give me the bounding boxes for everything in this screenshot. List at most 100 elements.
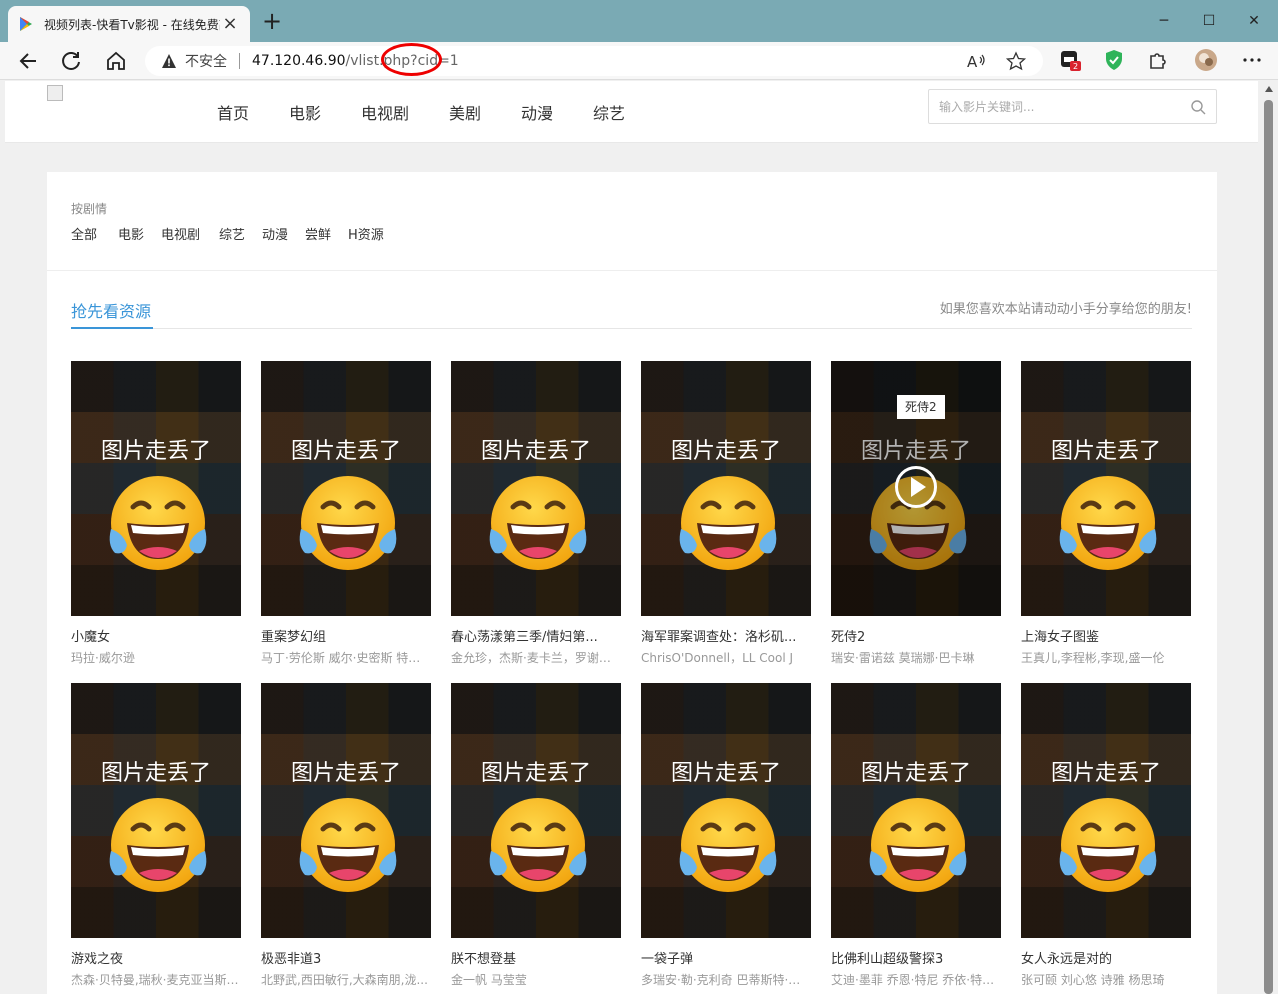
- video-thumbnail[interactable]: 图片走丢了: [451, 683, 621, 938]
- nav-tv-series[interactable]: 电视剧: [361, 100, 409, 124]
- shield-extension-icon[interactable]: [1102, 48, 1126, 72]
- video-thumbnail[interactable]: 图片走丢了: [641, 361, 811, 616]
- video-title[interactable]: 小魔女: [71, 626, 241, 645]
- video-thumbnail[interactable]: 图片走丢了: [261, 683, 431, 938]
- video-card[interactable]: 图片走丢了 重案梦幻组马丁·劳伦斯 威尔·史密斯 特里...: [261, 361, 431, 666]
- video-title[interactable]: 一袋子弹: [641, 948, 811, 967]
- nav-us-series[interactable]: 美剧: [449, 100, 481, 124]
- filter-preview[interactable]: 尝鲜: [305, 224, 331, 243]
- video-cast: 金一帆 马莹莹: [451, 973, 527, 987]
- video-cast: 玛拉·威尔逊: [71, 651, 135, 665]
- video-title[interactable]: 朕不想登基: [451, 948, 621, 967]
- video-title[interactable]: 重案梦幻组: [261, 626, 431, 645]
- home-icon[interactable]: [103, 49, 129, 73]
- address-separator: [239, 53, 240, 69]
- minimize-button[interactable]: ─: [1149, 8, 1179, 34]
- video-thumbnail[interactable]: 图片走丢了: [451, 361, 621, 616]
- scrollbar-thumb[interactable]: [1264, 100, 1273, 994]
- video-title[interactable]: 上海女子图鉴: [1021, 626, 1191, 645]
- not-secure-label[interactable]: 不安全: [185, 51, 227, 71]
- laughing-emoji-icon: [299, 476, 397, 570]
- search-input[interactable]: [929, 90, 1179, 123]
- filter-tv-series[interactable]: 电视剧: [161, 224, 200, 243]
- play-store-favicon-icon: [20, 17, 32, 31]
- missing-image-text: 图片走丢了: [290, 761, 401, 786]
- search-icon[interactable]: [1190, 99, 1206, 115]
- maximize-button[interactable]: ☐: [1194, 8, 1224, 34]
- url-host: 47.120.46.90: [252, 53, 346, 69]
- more-menu-icon[interactable]: [1240, 48, 1264, 72]
- filter-all[interactable]: 全部: [71, 224, 97, 243]
- video-thumbnail[interactable]: 图片走丢了: [641, 683, 811, 938]
- nav-home[interactable]: 首页: [217, 100, 249, 124]
- missing-image-text: 图片走丢了: [100, 439, 211, 464]
- favorite-star-icon[interactable]: [1005, 51, 1027, 71]
- play-icon[interactable]: [894, 465, 938, 509]
- video-card[interactable]: 图片走丢了 小魔女玛拉·威尔逊: [71, 361, 241, 666]
- annotation-red-circle: [381, 43, 442, 76]
- video-thumbnail[interactable]: 图片走丢了: [1021, 361, 1191, 616]
- missing-image-text: 图片走丢了: [670, 761, 781, 786]
- missing-image-text: 图片走丢了: [670, 439, 781, 464]
- new-tab-button[interactable]: +: [260, 9, 284, 34]
- video-card[interactable]: 图片走丢了 死侍2 死侍2 瑞安·雷诺兹 莫瑞娜·巴卡琳: [831, 361, 1001, 666]
- scroll-up-arrow-icon[interactable]: [1264, 84, 1274, 94]
- filter-h-resources[interactable]: H资源: [348, 224, 384, 243]
- close-window-button[interactable]: ✕: [1239, 8, 1269, 34]
- warning-icon[interactable]: [161, 53, 177, 69]
- broken-logo-image[interactable]: [47, 85, 63, 101]
- filter-movies[interactable]: 电影: [118, 224, 144, 243]
- video-card[interactable]: 图片走丢了 极恶非道3 北野武,西田敏行,大森南朋,泷...: [261, 683, 431, 988]
- nav-movies[interactable]: 电影: [289, 100, 321, 124]
- video-thumbnail[interactable]: 图片走丢了: [831, 683, 1001, 938]
- video-title[interactable]: 死侍2: [831, 626, 1001, 645]
- video-card[interactable]: 图片走丢了 比佛利山超级警探3 艾迪·墨菲 乔恩·特尼 乔依·特拉...: [831, 683, 1001, 988]
- nav-variety[interactable]: 综艺: [593, 100, 625, 124]
- laughing-emoji-icon: [1059, 476, 1157, 570]
- video-title[interactable]: 极恶非道3: [261, 948, 431, 967]
- laughing-emoji-icon: [869, 798, 967, 892]
- missing-image-text: 图片走丢了: [290, 439, 401, 464]
- svg-text:A: A: [967, 53, 978, 71]
- filter-anime[interactable]: 动漫: [262, 224, 288, 243]
- video-card[interactable]: 图片走丢了 春心荡漾第三季/情妇第... 金允珍，杰斯·麦卡兰，罗谢尔...: [451, 361, 621, 666]
- section-title[interactable]: 抢先看资源: [71, 298, 151, 322]
- browser-titlebar: 视频列表-快看Tv影视 - 在线免费高 × + ─ ☐ ✕: [0, 0, 1278, 42]
- extensions-puzzle-icon[interactable]: [1146, 48, 1170, 72]
- video-title[interactable]: 女人永远是对的: [1021, 948, 1191, 967]
- video-card[interactable]: 图片走丢了 海军罪案调查处：洛杉矶... ChrisO'Donnell，LL Co…: [641, 361, 811, 666]
- video-card[interactable]: 图片走丢了 一袋子弹 多瑞安·勒·克利奇 巴蒂斯特·弗...: [641, 683, 811, 988]
- video-card[interactable]: 图片走丢了 游戏之夜 杰森·贝特曼,瑞秋·麦克亚当斯,...: [71, 683, 241, 988]
- laughing-emoji-icon: [489, 476, 587, 570]
- profile-avatar-icon[interactable]: [1194, 48, 1218, 72]
- video-thumbnail[interactable]: 图片走丢了: [1021, 683, 1191, 938]
- laughing-emoji-icon: [109, 476, 207, 570]
- nav-anime[interactable]: 动漫: [521, 100, 553, 124]
- filter-variety[interactable]: 综艺: [219, 224, 245, 243]
- video-title[interactable]: 游戏之夜: [71, 948, 241, 967]
- video-thumbnail[interactable]: 图片走丢了 死侍2: [831, 361, 1001, 616]
- laughing-emoji-icon: [489, 798, 587, 892]
- video-title[interactable]: 比佛利山超级警探3: [831, 948, 1001, 967]
- address-bar[interactable]: 不安全 47.120.46.90 /vlist.php?cid=1 A: [145, 46, 1043, 76]
- video-cast: 马丁·劳伦斯 威尔·史密斯 特里...: [261, 651, 431, 665]
- extension-badge-icon[interactable]: 2: [1058, 48, 1082, 72]
- laughing-emoji-icon: [109, 798, 207, 892]
- video-card[interactable]: 图片走丢了 女人永远是对的 张可颐 刘心悠 诗雅 杨思琦: [1021, 683, 1191, 988]
- filter-heading: 按剧情: [71, 202, 108, 216]
- video-card[interactable]: 图片走丢了 上海女子图鉴 王真儿,李程彬,李现,盛一伦: [1021, 361, 1191, 666]
- search-box: [928, 89, 1217, 124]
- browser-toolbar: 不安全 47.120.46.90 /vlist.php?cid=1 A 2: [0, 42, 1278, 80]
- refresh-icon[interactable]: [59, 49, 85, 73]
- video-thumbnail[interactable]: 图片走丢了: [71, 361, 241, 616]
- browser-tab[interactable]: 视频列表-快看Tv影视 - 在线免费高 ×: [8, 6, 250, 42]
- video-thumbnail[interactable]: 图片走丢了: [261, 361, 431, 616]
- back-arrow-icon[interactable]: [16, 49, 42, 73]
- video-title[interactable]: 春心荡漾第三季/情妇第...: [451, 626, 621, 645]
- video-thumbnail[interactable]: 图片走丢了: [71, 683, 241, 938]
- tab-close-icon[interactable]: ×: [220, 14, 240, 34]
- video-card[interactable]: 图片走丢了 朕不想登基金一帆 马莹莹: [451, 683, 621, 988]
- hover-title-tag: 死侍2: [897, 395, 945, 419]
- read-aloud-icon[interactable]: A: [965, 51, 987, 71]
- video-title[interactable]: 海军罪案调查处：洛杉矶...: [641, 626, 811, 645]
